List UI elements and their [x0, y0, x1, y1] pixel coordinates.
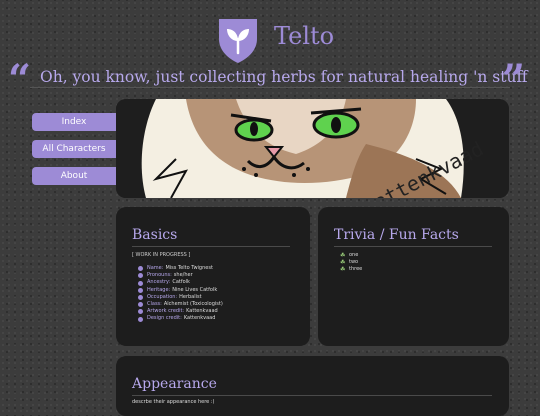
- info-icon: [138, 287, 143, 293]
- list-item: Name: Miss Telto Twignest: [138, 265, 223, 272]
- appearance-title: Appearance: [132, 376, 217, 392]
- wip-notice: [ WORK IN PROGRESS ]: [132, 252, 191, 258]
- divider: [132, 246, 290, 247]
- fact-key: Occupation:: [147, 293, 178, 300]
- fact-value: Kattenkvaad: [183, 315, 216, 322]
- basics-panel: Basics [ WORK IN PROGRESS ] Name: Miss Te…: [116, 207, 310, 346]
- tagline-bar: “ Oh, you know, just collecting herbs fo…: [0, 60, 540, 100]
- basics-facts-list: Name: Miss Telto Twignest Pronouns: she/he…: [138, 265, 223, 323]
- fact-value: she/her: [173, 272, 193, 279]
- info-icon: [138, 309, 143, 315]
- appearance-panel: Appearance descrbe their appearance here…: [116, 356, 509, 416]
- fact-key: Class:: [147, 301, 162, 308]
- sprout-icon: ☘: [340, 266, 346, 273]
- fact-value: Catfolk: [172, 279, 190, 286]
- trivia-item: one: [349, 252, 359, 258]
- fact-value: Nine Lives Catfolk: [172, 286, 218, 293]
- list-item: Occupation: Herbalist: [138, 294, 223, 301]
- fact-key: Design credit:: [147, 315, 182, 322]
- open-quote-icon: “: [8, 56, 32, 103]
- divider: [30, 87, 510, 88]
- list-item: Design credit: Kattenkvaad: [138, 315, 223, 322]
- list-item: Heritage: Nine Lives Catfolk: [138, 287, 223, 294]
- info-icon: [138, 316, 143, 322]
- list-item: ☘ three: [340, 266, 362, 273]
- sprout-icon: ☘: [340, 252, 346, 259]
- nav-all-characters-button[interactable]: All Characters: [32, 140, 116, 158]
- info-icon: [138, 273, 143, 279]
- fact-key: Ancestry:: [147, 279, 171, 286]
- info-icon: [138, 266, 143, 272]
- info-icon: [138, 294, 143, 300]
- list-item: Ancestry: Catfolk: [138, 279, 223, 286]
- cat-face-illustration: kattenkvaad: [116, 99, 509, 198]
- sprout-shield-icon: [219, 19, 257, 63]
- list-item: Class: Alchemist (Toxicologist): [138, 301, 223, 308]
- fact-value: Herbalist: [179, 293, 202, 300]
- list-item: Pronouns: she/her: [138, 272, 223, 279]
- divider: [334, 246, 492, 247]
- fact-key: Heritage:: [147, 286, 171, 293]
- divider: [132, 395, 492, 396]
- trivia-item: two: [349, 259, 359, 265]
- banner-artwork: kattenkvaad: [116, 99, 509, 198]
- nav-about-button[interactable]: About: [32, 167, 116, 185]
- tagline: Oh, you know, just collecting herbs for …: [40, 68, 528, 86]
- info-icon: [138, 302, 143, 308]
- fact-value: Alchemist (Toxicologist): [163, 301, 223, 308]
- fact-key: Pronouns:: [147, 272, 172, 279]
- info-icon: [138, 280, 143, 286]
- fact-key: Artwork credit:: [147, 308, 185, 315]
- basics-title: Basics: [132, 227, 178, 243]
- list-item: ☘ one: [340, 252, 362, 259]
- list-item: Artwork credit: Kattenkvaad: [138, 308, 223, 315]
- close-quote-icon: ”: [502, 56, 526, 103]
- site-title: Telto: [274, 22, 335, 50]
- trivia-list: ☘ one ☘ two ☘ three: [340, 252, 362, 273]
- nav-index-button[interactable]: Index: [32, 113, 116, 131]
- fact-key: Name:: [147, 265, 164, 271]
- fact-value: Kattenkvaad: [186, 308, 218, 315]
- trivia-panel: Trivia / Fun Facts ☘ one ☘ two ☘ three: [318, 207, 509, 346]
- fact-value: Miss Telto Twignest: [165, 265, 213, 271]
- appearance-description: descrbe their appearance here :): [132, 399, 215, 405]
- list-item: ☘ two: [340, 259, 362, 266]
- trivia-title: Trivia / Fun Facts: [334, 227, 459, 243]
- sprout-icon: ☘: [340, 259, 346, 266]
- trivia-item: three: [349, 266, 363, 272]
